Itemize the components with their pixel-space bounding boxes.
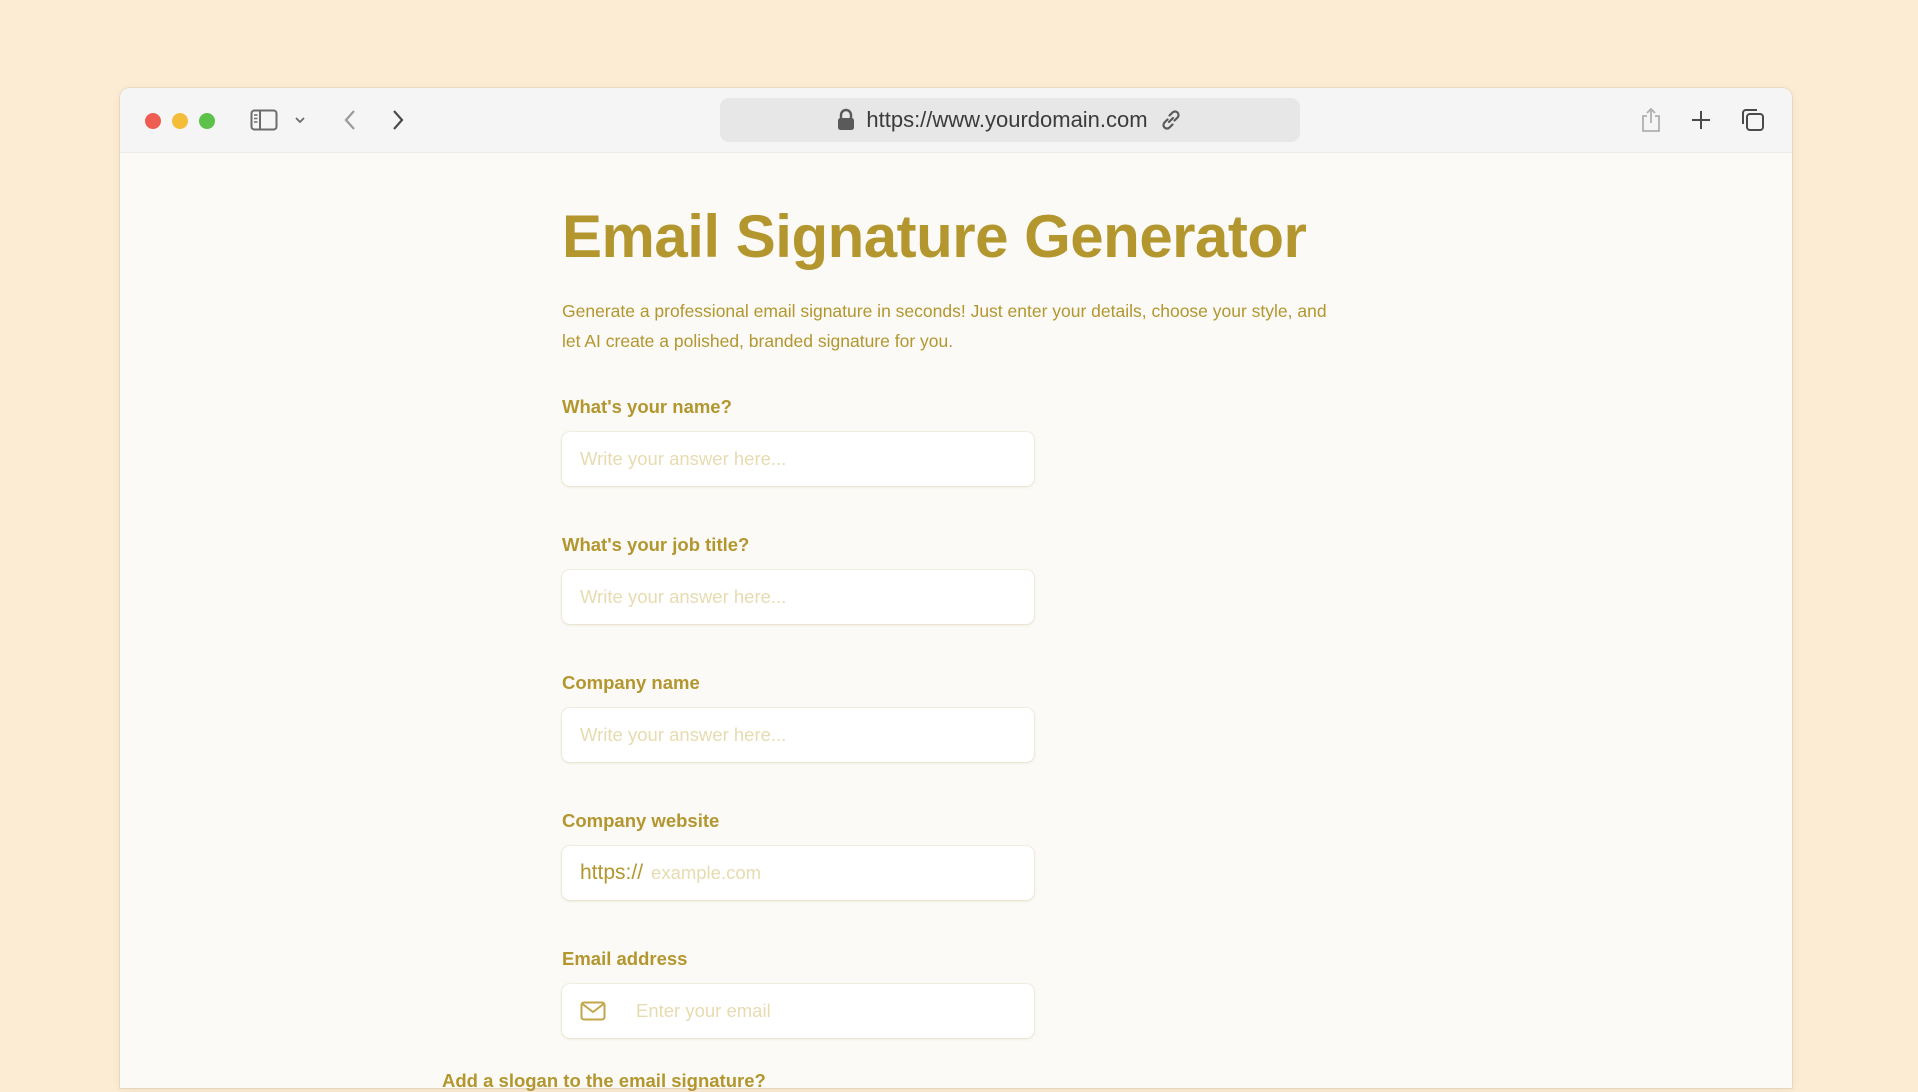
form-container: Email Signature Generator Generate a pro… [562,204,1342,1038]
job-title-label: What's your job title? [562,534,750,555]
back-arrow-icon[interactable] [342,106,358,134]
company-website-field: Company website https:// example.com [562,810,1342,900]
email-label: Email address [562,948,688,969]
mail-icon [580,1001,606,1021]
url-text: https://www.yourdomain.com [866,107,1148,132]
tab-overview-icon[interactable] [1740,106,1766,134]
company-website-label: Company website [562,810,720,831]
company-name-field: Company name Write your answer here... [562,672,1342,762]
name-input[interactable]: Write your answer here... [562,432,1034,486]
company-name-input[interactable]: Write your answer here... [562,708,1034,762]
close-window-button[interactable] [145,113,161,129]
company-website-placeholder: example.com [651,862,762,883]
email-placeholder: Enter your email [636,1000,771,1021]
name-placeholder: Write your answer here... [580,448,787,469]
browser-toolbar: https://www.yourdomain.com [120,88,1792,153]
chevron-down-icon[interactable] [294,106,306,134]
name-field: What's your name? Write your answer here… [562,396,1342,486]
new-tab-icon[interactable] [1690,106,1712,134]
page-subtitle: Generate a professional email signature … [562,301,1327,351]
email-field: Email address Enter your email [562,948,1342,1038]
lock-icon [836,108,856,132]
job-title-field: What's your job title? Write your answer… [562,534,1342,624]
page-title: Email Signature Generator [562,203,1307,270]
sidebar-toggle-icon[interactable] [250,106,278,134]
company-name-placeholder: Write your answer here... [580,724,787,745]
url-prefix: https:// [580,861,644,884]
browser-window: https://www.yourdomain.com Email Signatu… [120,88,1792,1088]
share-icon[interactable] [1640,106,1662,134]
email-input[interactable]: Enter your email [562,984,1034,1038]
minimize-window-button[interactable] [172,113,188,129]
link-icon[interactable] [1158,107,1184,133]
company-name-label: Company name [562,672,700,693]
job-title-input[interactable]: Write your answer here... [562,570,1034,624]
maximize-window-button[interactable] [199,113,215,129]
slogan-label: Add a slogan to the email signature? [442,1070,766,1091]
forward-arrow-icon[interactable] [390,106,406,134]
company-website-input[interactable]: https:// example.com [562,846,1034,900]
address-bar[interactable]: https://www.yourdomain.com [720,98,1300,142]
job-title-placeholder: Write your answer here... [580,586,787,607]
name-label: What's your name? [562,396,732,417]
